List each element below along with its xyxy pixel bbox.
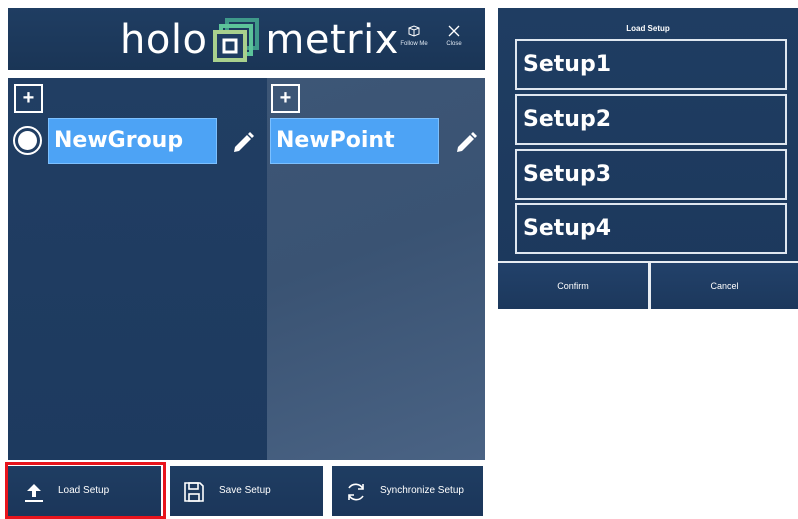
- edit-group-pencil-icon[interactable]: [230, 130, 256, 156]
- close-label: Close: [446, 41, 462, 47]
- group-item[interactable]: NewGroup: [48, 118, 217, 164]
- setup-option[interactable]: Setup4: [515, 203, 787, 254]
- synchronize-setup-button[interactable]: Synchronize Setup: [332, 466, 483, 516]
- app-logo: holo metrix: [120, 16, 399, 64]
- edit-point-pencil-icon[interactable]: [453, 130, 479, 156]
- logo-mark-icon: [213, 18, 260, 62]
- add-point-button[interactable]: +: [271, 84, 300, 113]
- save-setup-label: Save Setup: [219, 485, 271, 496]
- follow-me-button[interactable]: Follow Me: [394, 22, 434, 62]
- setup-option[interactable]: Setup2: [515, 94, 787, 145]
- confirm-button[interactable]: Confirm: [498, 263, 648, 309]
- point-item[interactable]: NewPoint: [270, 118, 439, 164]
- group-select-radio[interactable]: [13, 126, 42, 155]
- cancel-button[interactable]: Cancel: [651, 263, 798, 309]
- logo-text-left: holo: [120, 17, 208, 63]
- synchronize-setup-label: Synchronize Setup: [380, 485, 464, 496]
- sync-icon: [348, 483, 364, 501]
- main-content: + NewGroup + NewPoint: [8, 78, 485, 460]
- setup-option[interactable]: Setup1: [515, 39, 787, 90]
- load-setup-button[interactable]: Load Setup: [8, 466, 161, 516]
- points-column: + NewPoint: [267, 78, 485, 460]
- upload-icon: [25, 484, 43, 502]
- save-setup-button[interactable]: Save Setup: [170, 466, 323, 516]
- save-disk-icon: [184, 482, 204, 502]
- add-group-button[interactable]: +: [14, 84, 43, 113]
- close-button[interactable]: Close: [434, 22, 474, 62]
- load-setup-dialog: Load Setup Setup1 Setup2 Setup3 Setup4 C…: [498, 8, 798, 309]
- close-icon: [448, 25, 460, 37]
- dialog-title: Load Setup: [626, 24, 670, 33]
- follow-me-icon: [408, 25, 420, 37]
- logo-text-right: metrix: [265, 17, 399, 63]
- app-header: holo metrix Follow Me Close: [8, 8, 485, 70]
- load-setup-label: Load Setup: [58, 485, 110, 496]
- follow-me-label: Follow Me: [400, 41, 428, 47]
- setup-option[interactable]: Setup3: [515, 149, 787, 200]
